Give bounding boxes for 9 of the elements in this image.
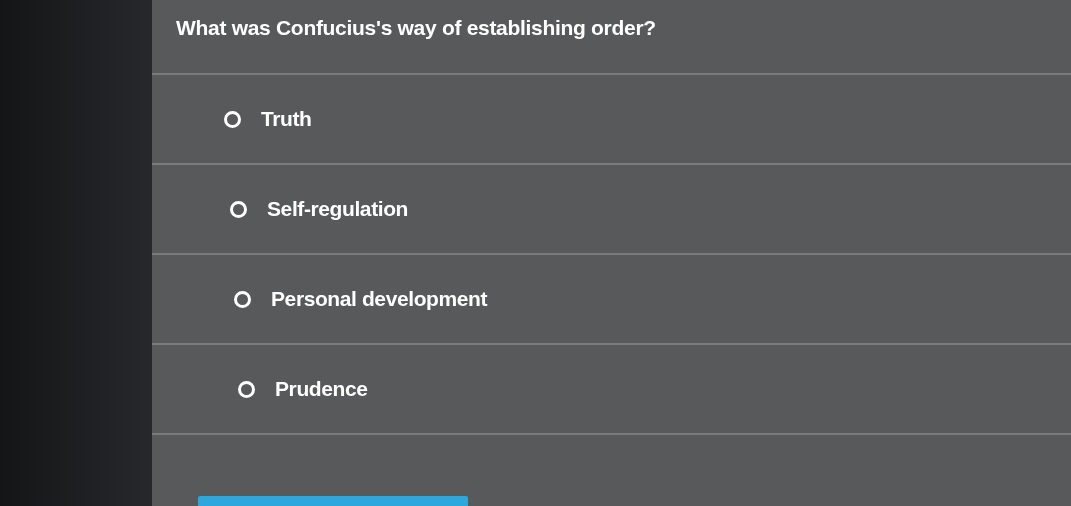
question-text: What was Confucius's way of establishing order? [175, 15, 656, 41]
option-label[interactable]: Prudence [275, 377, 368, 401]
radio-button[interactable] [230, 200, 247, 218]
option-label[interactable]: Truth [261, 107, 312, 131]
radio-button[interactable] [234, 290, 251, 308]
radio-button[interactable] [238, 380, 255, 398]
radio-button[interactable] [224, 110, 241, 128]
option-label[interactable]: Self-regulation [267, 197, 408, 221]
option-label[interactable]: Personal development [271, 287, 488, 311]
